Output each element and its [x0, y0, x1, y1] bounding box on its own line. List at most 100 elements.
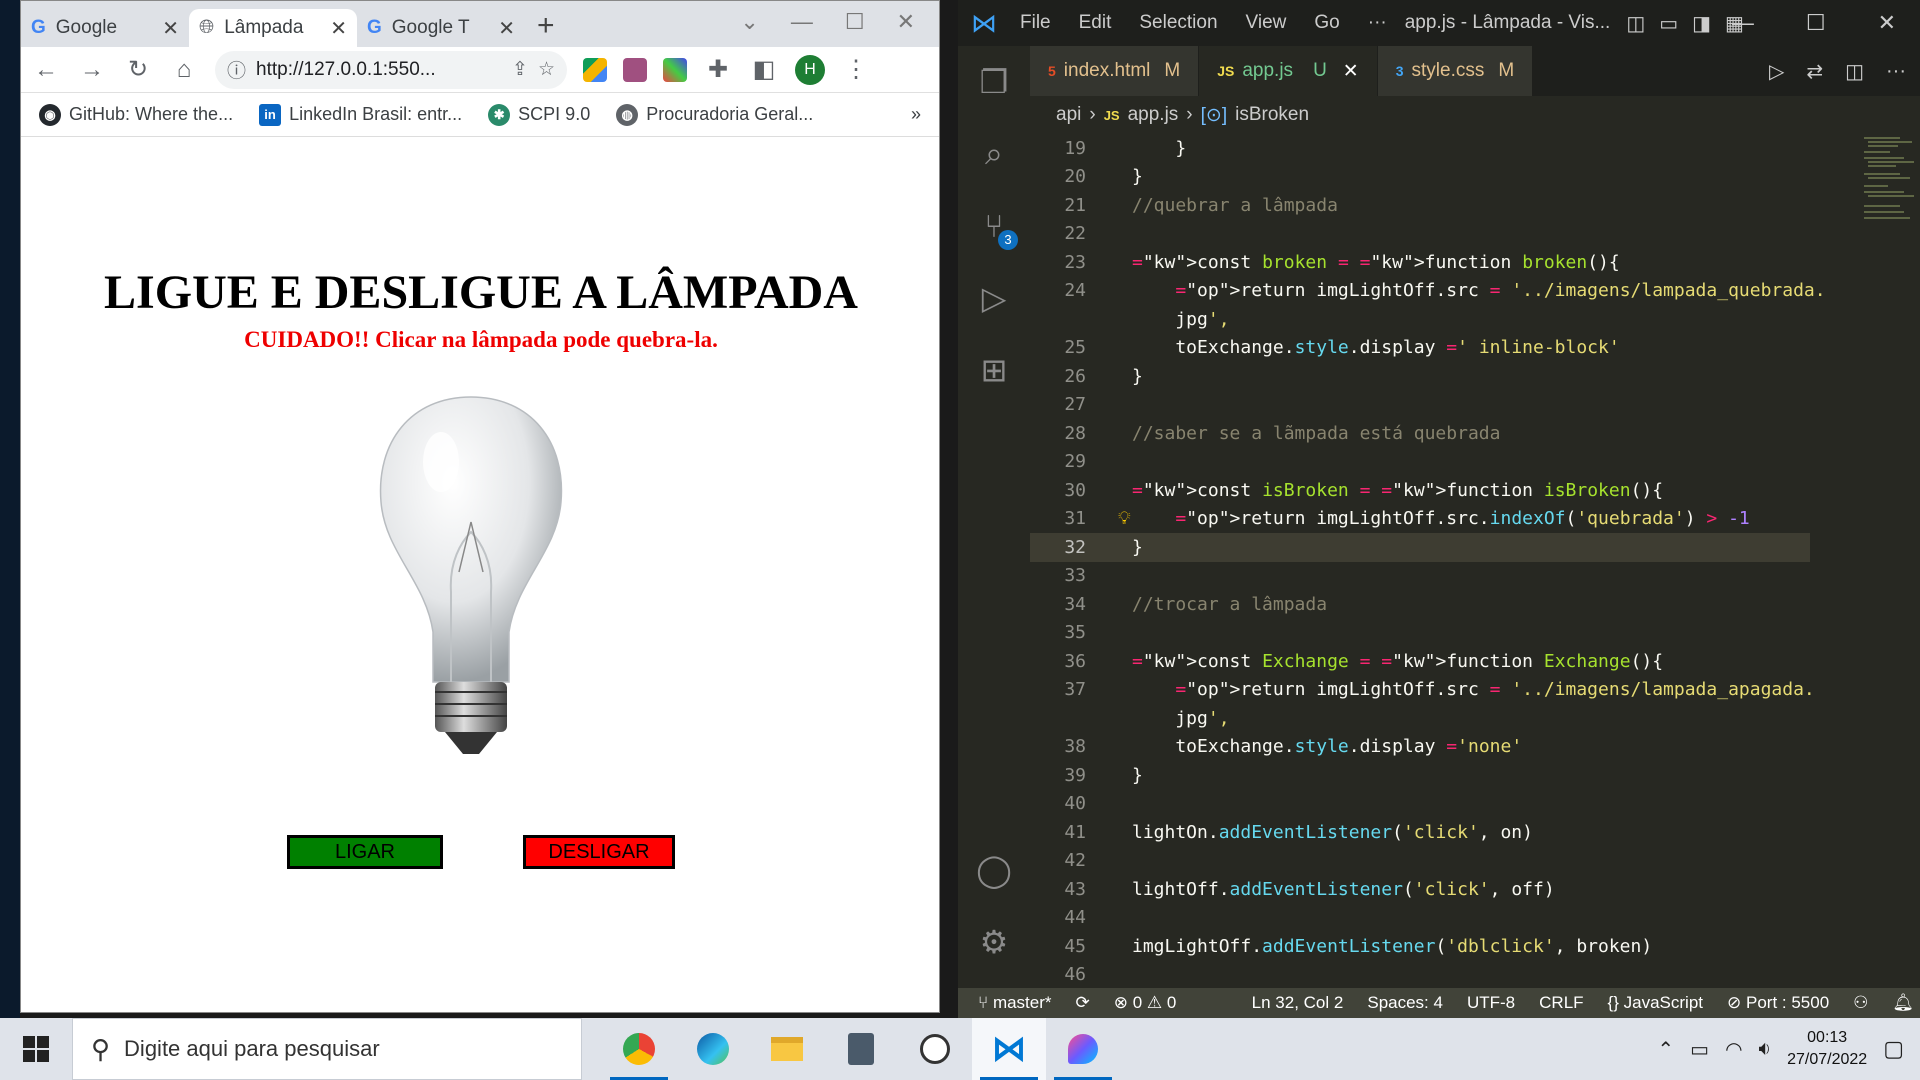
breadcrumb-folder[interactable]: api — [1056, 104, 1081, 126]
source-control-icon[interactable]: ⑂ 3 — [958, 190, 1030, 262]
close-tab-icon[interactable]: ✕ — [162, 16, 179, 41]
encoding[interactable]: UTF-8 — [1467, 993, 1515, 1013]
browser-tab-google-translate[interactable]: G Google T ✕ — [357, 9, 525, 47]
code-line[interactable]: 45 imgLightOff.addEventListener('dblclick… — [1030, 932, 1920, 961]
code-line[interactable]: jpg', — [1030, 704, 1920, 733]
language-mode[interactable]: {} JavaScript — [1608, 993, 1703, 1013]
extensions-puzzle-icon[interactable]: ✚ — [703, 55, 733, 84]
menu-view[interactable]: View — [1246, 12, 1287, 34]
taskbar-edge-icon[interactable] — [676, 1018, 750, 1080]
google-drive-icon[interactable] — [583, 57, 607, 82]
code-line[interactable]: 25 toExchange.style.display =' inline-bl… — [1030, 334, 1920, 363]
run-debug-icon[interactable]: ▷ — [958, 262, 1030, 334]
settings-gear-icon[interactable]: ⚙ — [958, 906, 1030, 978]
maximize-icon[interactable]: ☐ — [845, 9, 865, 35]
breadcrumb-symbol[interactable]: isBroken — [1235, 104, 1309, 126]
forward-icon[interactable]: → — [77, 56, 107, 84]
accounts-icon[interactable]: ⚇ — [1853, 993, 1868, 1013]
bookmark-procuradoria[interactable]: ◍ Procuradoria Geral... — [616, 103, 813, 126]
minimap[interactable] — [1860, 134, 1920, 254]
menu-selection[interactable]: Selection — [1139, 12, 1217, 34]
menu-more[interactable]: ··· — [1368, 12, 1387, 34]
run-icon[interactable]: ▷ — [1769, 59, 1784, 84]
taskbar-file-explorer-icon[interactable] — [750, 1018, 824, 1080]
menu-edit[interactable]: Edit — [1079, 12, 1112, 34]
breadcrumb-file[interactable]: app.js — [1128, 104, 1179, 126]
notifications-bell-icon[interactable]: 🔔︎ — [1892, 993, 1914, 1013]
code-line[interactable]: 46 — [1030, 961, 1920, 990]
info-icon[interactable]: ⓘ — [227, 56, 246, 83]
close-tab-icon[interactable]: ✕ — [1343, 60, 1359, 83]
battery-icon[interactable]: ▭ — [1690, 1037, 1709, 1062]
code-line[interactable]: 42 — [1030, 847, 1920, 876]
new-tab-button[interactable]: + — [537, 9, 555, 43]
search-icon[interactable]: ⌕ — [958, 118, 1030, 190]
live-server-port[interactable]: ⊘ Port : 5500 — [1727, 993, 1829, 1013]
problems-indicator[interactable]: ⊗ 0 ⚠ 0 — [1114, 993, 1177, 1013]
back-icon[interactable]: ← — [31, 56, 61, 84]
bookmark-scpi[interactable]: ✱ SCPI 9.0 — [488, 103, 590, 126]
start-button[interactable] — [0, 1018, 72, 1080]
notifications-icon[interactable]: ▢ — [1883, 1036, 1904, 1062]
code-line[interactable]: 19 } — [1030, 134, 1920, 163]
taskbar-clock[interactable]: 00:13 27/07/2022 — [1787, 1027, 1867, 1071]
extensions-icon[interactable]: ⊞ — [958, 334, 1030, 406]
taskbar-figma-like-icon[interactable] — [1046, 1018, 1120, 1080]
code-line[interactable]: 22 — [1030, 220, 1920, 249]
lightbulb-icon[interactable]: 💡︎ — [1118, 508, 1131, 529]
code-line[interactable]: 35 — [1030, 619, 1920, 648]
taskbar-search[interactable]: ⚲ Digite aqui para pesquisar — [72, 1018, 582, 1080]
code-line[interactable]: 30 ="kw">const isBroken = ="kw">function … — [1030, 476, 1920, 505]
maximize-icon[interactable]: ☐ — [1806, 10, 1826, 36]
minimize-icon[interactable]: — — [791, 9, 813, 35]
code-line[interactable]: 34 //trocar a lâmpada — [1030, 590, 1920, 619]
ligar-button[interactable]: LIGAR — [287, 835, 443, 869]
tab-style-css[interactable]: 3 style.css M — [1377, 46, 1534, 96]
bookmark-linkedin[interactable]: in LinkedIn Brasil: entr... — [259, 103, 462, 126]
code-line[interactable]: 31 ="op">return imgLightOff.src.indexOf(… — [1030, 505, 1920, 534]
code-line[interactable]: 24 ="op">return imgLightOff.src = '../im… — [1030, 277, 1920, 306]
code-line[interactable]: 28 //saber se a lãmpada está quebrada — [1030, 419, 1920, 448]
desligar-button[interactable]: DESLIGAR — [523, 835, 675, 869]
volume-icon[interactable]: 🔉︎ — [1759, 1038, 1772, 1061]
taskbar-calculator-icon[interactable] — [824, 1018, 898, 1080]
lamp-image[interactable] — [371, 392, 571, 762]
code-line[interactable]: 44 — [1030, 904, 1920, 933]
wifi-icon[interactable]: ◠ — [1725, 1037, 1742, 1062]
toggle-panel-icon[interactable]: ▭ — [1659, 11, 1678, 36]
bookmarks-overflow-icon[interactable]: » — [911, 104, 921, 125]
chevron-up-icon[interactable]: ⌃ — [1657, 1037, 1674, 1062]
taskbar-clock-app-icon[interactable] — [898, 1018, 972, 1080]
color-picker-icon[interactable] — [663, 57, 687, 82]
code-editor[interactable]: 19 } 20} 21//quebrar a lâmpada 22 23 ="kw">co… — [1030, 134, 1920, 988]
code-line[interactable]: 27 — [1030, 391, 1920, 420]
toggle-secondary-sidebar-icon[interactable]: ◨ — [1692, 11, 1711, 36]
close-tab-icon[interactable]: ✕ — [498, 16, 515, 41]
toggle-sidebar-icon[interactable]: ◫ — [1626, 11, 1645, 36]
code-line[interactable]: 40 — [1030, 790, 1920, 819]
code-line[interactable]: 33 — [1030, 562, 1920, 591]
tab-index-html[interactable]: 5 index.html M — [1030, 46, 1200, 96]
taskbar-chrome-icon[interactable] — [602, 1018, 676, 1080]
code-line[interactable]: 38 toExchange.style.display ='none' — [1030, 733, 1920, 762]
code-line[interactable]: 26} — [1030, 362, 1920, 391]
profile-avatar[interactable]: H — [795, 54, 825, 85]
accounts-icon[interactable]: ◯ — [958, 834, 1030, 906]
code-line[interactable]: 20} — [1030, 163, 1920, 192]
menu-go[interactable]: Go — [1314, 12, 1339, 34]
home-icon[interactable]: ⌂ — [169, 56, 199, 84]
branch-indicator[interactable]: ⑂ master* — [978, 993, 1052, 1013]
code-line[interactable]: 43 lightOff.addEventListener('click', off… — [1030, 875, 1920, 904]
code-line[interactable]: 37 ="op">return imgLightOff.src = '../im… — [1030, 676, 1920, 705]
code-line[interactable]: jpg', — [1030, 305, 1920, 334]
close-window-icon[interactable]: ✕ — [897, 9, 915, 35]
code-line[interactable]: 29 — [1030, 448, 1920, 477]
tab-app-js[interactable]: JS app.js U ✕ — [1199, 46, 1378, 96]
browser-tab-lampada[interactable]: 🌐︎ Lâmpada ✕ — [189, 9, 357, 47]
browser-tab-google[interactable]: G Google ✕ — [21, 9, 189, 47]
line-ending[interactable]: CRLF — [1539, 993, 1583, 1013]
more-actions-icon[interactable]: ··· — [1886, 60, 1906, 83]
sync-icon[interactable]: ⟳ — [1076, 993, 1090, 1013]
taskbar-vscode-icon[interactable]: ⋈ — [972, 1018, 1046, 1080]
extension-jar-icon[interactable] — [623, 57, 647, 82]
